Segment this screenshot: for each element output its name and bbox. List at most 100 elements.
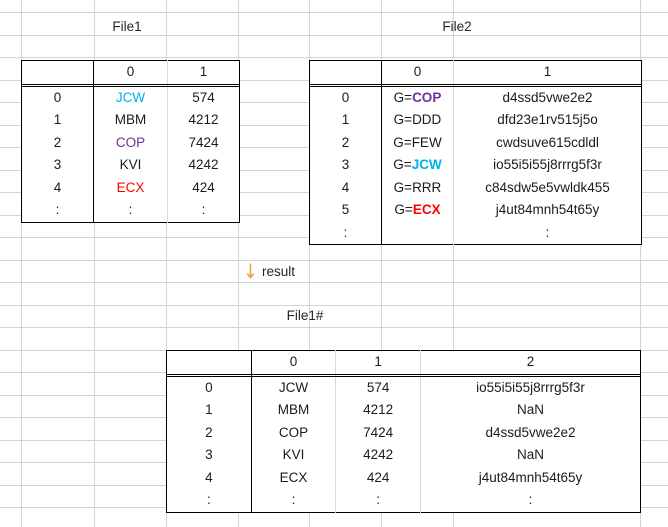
cell-key: JCW [411, 157, 442, 172]
row-index: 3 [21, 154, 94, 177]
cell-col1: c84sdw5e5vwldk455 [485, 179, 610, 195]
down-arrow-icon [246, 263, 255, 279]
cell-col1: 574 [192, 89, 215, 105]
cell-col1: 4242 [188, 157, 219, 172]
table-row: 5 G=ECX j4ut84mnh54t65y [309, 199, 642, 222]
result-label: result [262, 263, 296, 279]
table-row: 4 G=RRR c84sdw5e5vwldk455 [309, 176, 642, 199]
cell-col0: JCW [93, 86, 168, 109]
table-row: 3 G=JCW io55i5i55j8rrrg5f3r [309, 154, 642, 177]
col-header-1: 1 [335, 350, 422, 375]
file1-dataframe: 0 1 0 JCW 574 1 MBM 4212 2 COP 7424 3 KVI 4242 4 ECX 4… [21, 60, 240, 223]
col-header-index [309, 60, 382, 85]
grid-line-horizontal-13 [0, 305, 668, 306]
row-index: : [166, 489, 252, 512]
cell-col1: 574 [335, 376, 422, 399]
col-header-index [21, 60, 94, 85]
cell-col2: : [528, 492, 533, 507]
cell-col2: j4ut84mnh54t65y [478, 469, 583, 485]
cell-col2: d4ssd5vwe2e2 [485, 424, 576, 440]
row-index: 5 [309, 199, 382, 222]
row-index: 2 [21, 131, 94, 154]
result-table-body: 0 JCW 574 io55i5i55j8rrrg5f3r 1 MBM 4212 NaN 2 CO… [166, 376, 641, 512]
row-index: : [21, 199, 94, 222]
cell-col0: KVI [93, 154, 168, 177]
cell-col1: d4ssd5vwe2e2 [502, 89, 593, 105]
cell-col0: G=DDD [381, 109, 454, 132]
grid-line-horizontal-14 [0, 327, 668, 328]
cell-col0: ECX [251, 466, 337, 489]
row-index: 0 [166, 376, 252, 399]
cell-col1: : [335, 489, 422, 512]
table-row: 0 G=COP d4ssd5vwe2e2 [309, 86, 642, 109]
table-row: 2 COP 7424 d4ssd5vwe2e2 [166, 421, 641, 444]
col-header-0: 0 [93, 60, 168, 85]
cell-col2: NaN [517, 447, 545, 462]
cell-col1: dfd23e1rv515j5o [497, 112, 598, 127]
grid-line-horizontal-12 [0, 282, 668, 283]
cell-col1: 4242 [335, 444, 422, 467]
table-row: 4 ECX 424 j4ut84mnh54t65y [166, 466, 641, 489]
cell-col1: 424 [335, 466, 422, 489]
row-index: 1 [21, 109, 94, 132]
cell-col0: COP [93, 131, 168, 154]
table-row: 2 COP 7424 [21, 131, 240, 154]
file2-table-body: 0 G=COP d4ssd5vwe2e2 1 G=DDD dfd23e1rv515j5o 2… [309, 86, 642, 245]
cell-col1: j4ut84mnh54t65y [495, 202, 600, 217]
col-header-index [166, 350, 252, 375]
table-row: :::: [166, 489, 641, 512]
table-row: 1 G=DDD dfd23e1rv515j5o [309, 109, 642, 132]
cell-col0: G=JCW [381, 154, 454, 177]
table-row: 1 MBM 4212 NaN [166, 399, 641, 422]
cell-col2: NaN [517, 402, 545, 417]
cell-col0: G=RRR [381, 176, 454, 199]
cell-col1: 424 [192, 179, 215, 195]
table-row: 3 KVI 4242 [21, 154, 240, 177]
cell-col1: : [545, 224, 550, 240]
row-index: 4 [21, 176, 94, 199]
cell-col0: MBM [251, 399, 337, 422]
cell-col0: COP [251, 421, 337, 444]
result-dataframe: 0 1 2 0 JCW 574 io55i5i55j8rrrg5f3r 1 MBM 4212… [166, 350, 641, 513]
cell-prefix: G= [393, 179, 413, 195]
file1-title: File1 [112, 19, 142, 34]
cell-col1: 7424 [335, 421, 422, 444]
cell-col0 [381, 221, 454, 245]
cell-col1: io55i5i55j8rrrg5f3r [493, 157, 602, 172]
col-header-0: 0 [381, 60, 454, 85]
row-index: 2 [309, 131, 382, 154]
cell-col2: io55i5i55j8rrrg5f3r [476, 379, 585, 395]
table-row: 0 JCW 574 [21, 86, 240, 109]
row-index: 3 [309, 154, 382, 177]
cell-col1: 7424 [188, 134, 219, 150]
cell-key: FEW [411, 134, 442, 150]
table-header-row: 0 1 [21, 60, 240, 85]
cell-col0: G=ECX [381, 199, 454, 222]
cell-col0: MBM [93, 109, 168, 132]
cell-prefix: G= [393, 134, 412, 150]
cell-col0: : [251, 489, 337, 512]
cell-col0: JCW [251, 376, 337, 399]
row-index: 0 [21, 86, 94, 109]
col-header-1: 1 [453, 60, 642, 85]
cell-col0: G=COP [381, 86, 454, 109]
col-header-1: 1 [167, 60, 240, 85]
table-header-row: 0 1 [309, 60, 642, 85]
table-row: 4 ECX 424 [21, 176, 240, 199]
cell-col1: : [201, 202, 206, 217]
file2-title: File2 [442, 19, 472, 34]
row-index: 3 [166, 444, 252, 467]
table-row: 2 G=FEW cwdsuve615cdldl [309, 131, 642, 154]
row-index: 1 [309, 109, 382, 132]
grid-line-horizontal-11 [0, 260, 668, 261]
cell-prefix: G= [394, 202, 413, 217]
cell-col0: ECX [93, 176, 168, 199]
cell-col1: cwdsuve615cdldl [496, 134, 599, 150]
cell-prefix: G= [393, 89, 413, 105]
col-header-0: 0 [251, 350, 337, 375]
cell-prefix: G= [393, 112, 413, 127]
table-row: 1 MBM 4212 [21, 109, 240, 132]
row-index: 2 [166, 421, 252, 444]
row-index: : [309, 221, 382, 245]
result-title: File1# [286, 308, 324, 323]
